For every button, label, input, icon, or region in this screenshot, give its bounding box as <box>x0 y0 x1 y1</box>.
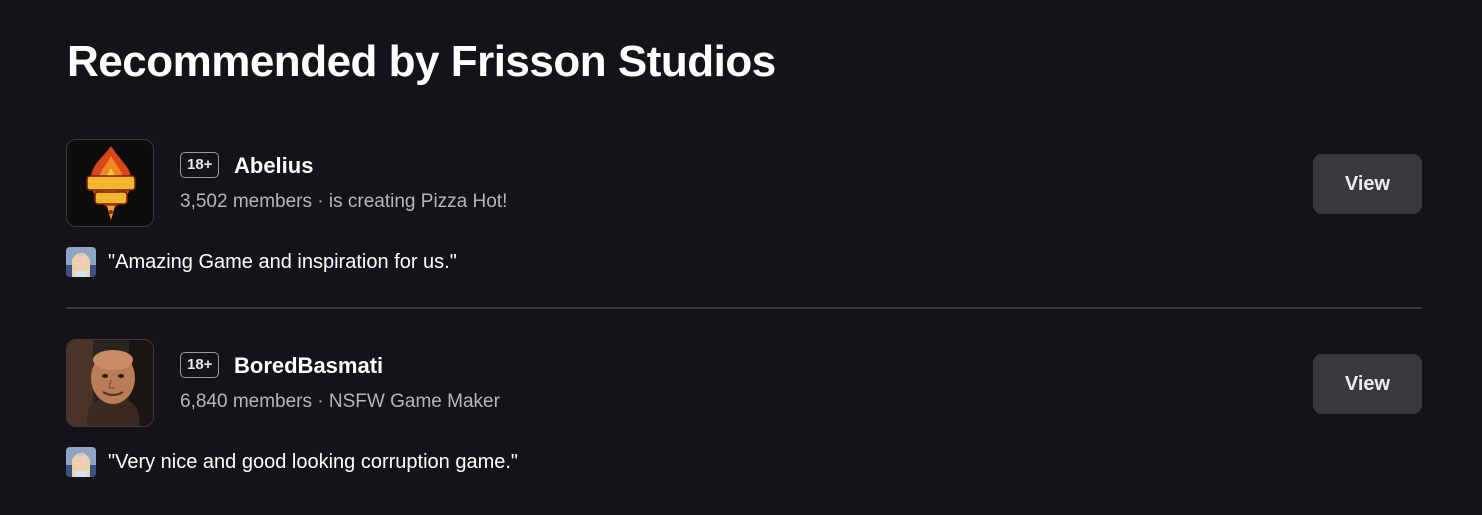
recommendation-card-abelius: 18+ Abelius 3,502 members · is creating … <box>66 139 1422 289</box>
age-rating-badge: 18+ <box>180 152 220 178</box>
pizza-hot-logo-icon <box>67 140 153 226</box>
view-button[interactable]: View <box>1313 354 1422 414</box>
divider <box>66 307 1422 309</box>
view-button[interactable]: View <box>1313 154 1422 214</box>
recommender-avatar <box>66 247 96 277</box>
recommendation-quote: "Very nice and good looking corruption g… <box>108 451 519 473</box>
character-portrait-icon <box>66 247 96 277</box>
creator-meta: 3,502 members · is creating Pizza Hot! <box>180 191 508 212</box>
creator-meta: 6,840 members · NSFW Game Maker <box>180 391 500 412</box>
creator-name[interactable]: Abelius <box>234 152 313 180</box>
recommendation-quote-row: "Very nice and good looking corruption g… <box>66 447 518 477</box>
section-title: Recommended by Frisson Studios <box>67 37 776 86</box>
recommendations-page: Recommended by Frisson Studios 18+ Abeli… <box>0 0 1482 515</box>
recommendation-quote-row: "Amazing Game and inspiration for us." <box>66 247 457 277</box>
recommendation-card-boredbasmati: 18+ BoredBasmati 6,840 members · NSFW Ga… <box>66 339 1422 489</box>
man-portrait-icon <box>67 340 153 426</box>
recommendation-quote: "Amazing Game and inspiration for us." <box>108 251 457 273</box>
creator-name[interactable]: BoredBasmati <box>234 352 383 380</box>
creator-avatar-abelius[interactable] <box>66 139 154 227</box>
age-rating-badge: 18+ <box>180 352 220 378</box>
creator-avatar-boredbasmati[interactable] <box>66 339 154 427</box>
recommender-avatar <box>66 447 96 477</box>
character-portrait-icon <box>66 447 96 477</box>
